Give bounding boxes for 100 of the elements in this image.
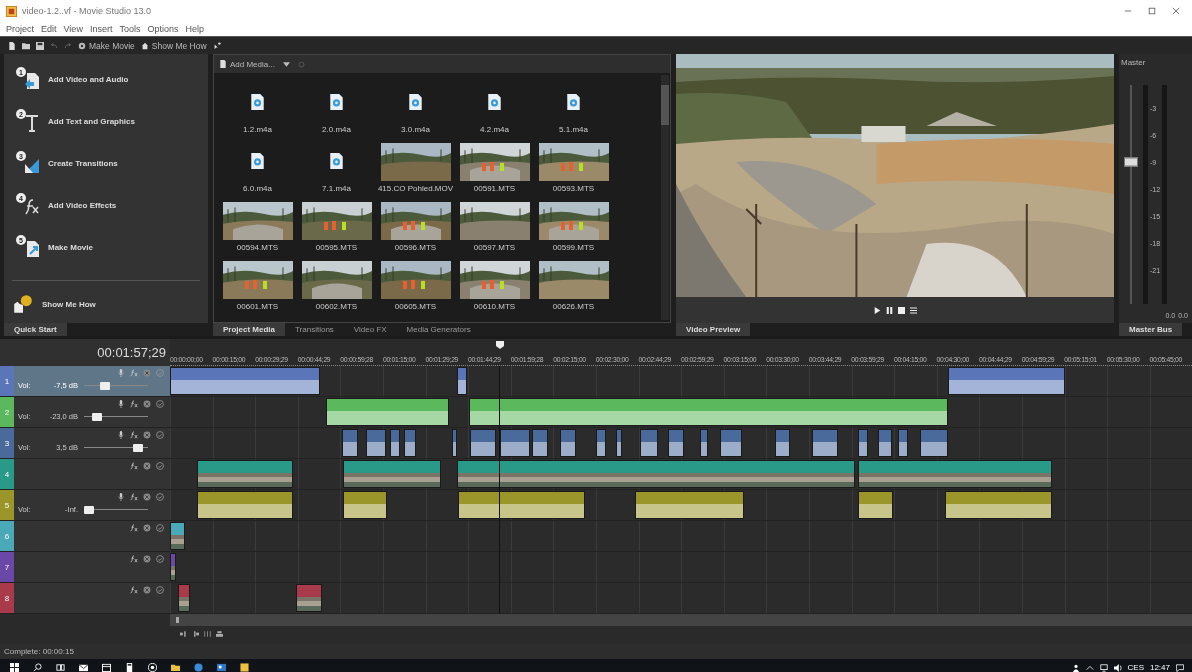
mute-icon[interactable] bbox=[143, 524, 151, 532]
panel-tab[interactable]: Quick Start bbox=[4, 323, 67, 336]
audio-clip[interactable] bbox=[635, 491, 744, 519]
audio-clip[interactable] bbox=[560, 429, 576, 457]
media-item[interactable]: 00605.MTS bbox=[376, 254, 455, 313]
app-icon[interactable] bbox=[240, 663, 249, 672]
mute-icon[interactable] bbox=[143, 462, 151, 470]
media-item[interactable]: 00599.MTS bbox=[534, 195, 613, 254]
stop-icon[interactable] bbox=[897, 306, 905, 314]
mute-icon[interactable] bbox=[143, 555, 151, 563]
media-item[interactable]: 6.0.m4a bbox=[218, 136, 297, 195]
media-item[interactable]: 7.1.m4a bbox=[297, 136, 376, 195]
audio-clip[interactable] bbox=[720, 429, 742, 457]
media-item[interactable]: 00602.MTS bbox=[297, 254, 376, 313]
browser-icon[interactable] bbox=[148, 663, 157, 672]
clock[interactable]: 12:47 bbox=[1149, 663, 1170, 672]
effects-icon[interactable] bbox=[130, 462, 138, 470]
audio-clip[interactable] bbox=[858, 491, 893, 519]
menu-item[interactable]: Edit bbox=[41, 24, 57, 34]
audio-clip[interactable] bbox=[452, 429, 457, 457]
audio-clip[interactable] bbox=[500, 429, 530, 457]
save-icon[interactable] bbox=[36, 41, 44, 50]
microphone-icon[interactable] bbox=[117, 493, 125, 501]
dropdown-icon[interactable] bbox=[282, 60, 290, 68]
media-item[interactable]: 00601.MTS bbox=[218, 254, 297, 313]
mute-icon[interactable] bbox=[143, 369, 151, 377]
slider-thumb[interactable] bbox=[132, 443, 143, 452]
playhead-marker[interactable] bbox=[496, 341, 504, 349]
audio-clip[interactable] bbox=[457, 367, 467, 395]
task-view-icon[interactable] bbox=[56, 663, 65, 672]
audio-clip[interactable] bbox=[775, 429, 790, 457]
network-icon[interactable] bbox=[1099, 663, 1108, 672]
solo-icon[interactable] bbox=[156, 493, 164, 501]
mute-icon[interactable] bbox=[143, 431, 151, 439]
effects-icon[interactable] bbox=[130, 524, 138, 532]
media-item[interactable]: 415.CO Pohled.MOV bbox=[376, 136, 455, 195]
mute-icon[interactable] bbox=[143, 493, 151, 501]
show-me-how-link[interactable]: Show Me How bbox=[12, 289, 200, 319]
chevron-up-icon[interactable] bbox=[1085, 663, 1094, 672]
audio-clip[interactable] bbox=[920, 429, 948, 457]
audio-clip[interactable] bbox=[197, 491, 293, 519]
audio-clip[interactable] bbox=[948, 367, 1065, 395]
audio-clip[interactable] bbox=[366, 429, 386, 457]
effects-icon[interactable] bbox=[130, 431, 138, 439]
new-file-icon[interactable] bbox=[8, 41, 16, 50]
audio-clip[interactable] bbox=[668, 429, 684, 457]
app-window-icon[interactable] bbox=[217, 663, 226, 672]
effects-icon[interactable] bbox=[130, 400, 138, 408]
play-icon[interactable] bbox=[873, 306, 881, 314]
video-clip[interactable] bbox=[170, 522, 185, 550]
show-me-how-button[interactable]: Show Me How bbox=[140, 40, 207, 51]
media-item[interactable]: 00596.MTS bbox=[376, 195, 455, 254]
windows-start-icon[interactable] bbox=[10, 663, 19, 672]
snap-icon[interactable] bbox=[180, 630, 187, 637]
calendar-icon[interactable] bbox=[102, 663, 111, 672]
audio-clip[interactable] bbox=[640, 429, 658, 457]
audio-clip[interactable] bbox=[390, 429, 400, 457]
effects-icon[interactable] bbox=[130, 586, 138, 594]
folder-icon[interactable] bbox=[22, 41, 30, 50]
audio-clip[interactable] bbox=[878, 429, 892, 457]
video-clip[interactable] bbox=[858, 460, 1052, 488]
audio-clip[interactable] bbox=[812, 429, 838, 457]
audio-clip[interactable] bbox=[700, 429, 708, 457]
microphone-icon[interactable] bbox=[117, 400, 125, 408]
solo-icon[interactable] bbox=[156, 555, 164, 563]
folder-icon[interactable] bbox=[171, 663, 180, 672]
slider-thumb[interactable] bbox=[100, 381, 111, 390]
media-item[interactable]: 00626.MTS bbox=[534, 254, 613, 313]
split-icon[interactable] bbox=[192, 630, 199, 637]
media-item[interactable]: 00594.MTS bbox=[218, 195, 297, 254]
solo-icon[interactable] bbox=[156, 400, 164, 408]
video-clip[interactable] bbox=[197, 460, 293, 488]
audio-clip[interactable] bbox=[898, 429, 908, 457]
solo-icon[interactable] bbox=[156, 462, 164, 470]
media-item[interactable]: 00591.MTS bbox=[455, 136, 534, 195]
scrollbar[interactable] bbox=[661, 75, 669, 320]
fader-handle[interactable] bbox=[1124, 157, 1138, 167]
calculator-icon[interactable] bbox=[125, 663, 134, 672]
media-item[interactable]: 00595.MTS bbox=[297, 195, 376, 254]
audio-clip[interactable] bbox=[858, 429, 868, 457]
audio-clip[interactable] bbox=[343, 491, 387, 519]
media-item[interactable]: 5.1.m4a bbox=[534, 77, 613, 136]
menu-item[interactable]: View bbox=[63, 24, 83, 34]
audio-clip[interactable] bbox=[404, 429, 416, 457]
audio-clip[interactable] bbox=[326, 398, 449, 426]
person-icon[interactable] bbox=[1071, 663, 1080, 672]
media-item[interactable]: 1.2.m4a bbox=[218, 77, 297, 136]
menu-icon[interactable] bbox=[909, 306, 917, 314]
language-indicator[interactable]: CES bbox=[1127, 663, 1144, 672]
audio-clip[interactable] bbox=[469, 398, 948, 426]
media-item[interactable]: 00597.MTS bbox=[455, 195, 534, 254]
panel-tab[interactable]: Video Preview bbox=[676, 323, 751, 336]
mail-icon[interactable] bbox=[79, 663, 88, 672]
panel-tab[interactable]: Media Generators bbox=[396, 323, 481, 336]
video-clip[interactable] bbox=[343, 460, 441, 488]
media-item[interactable]: 2.0.m4a bbox=[297, 77, 376, 136]
audio-clip[interactable] bbox=[458, 491, 585, 519]
slider-thumb[interactable] bbox=[84, 505, 94, 514]
solo-icon[interactable] bbox=[156, 524, 164, 532]
pause-icon[interactable] bbox=[885, 306, 893, 314]
